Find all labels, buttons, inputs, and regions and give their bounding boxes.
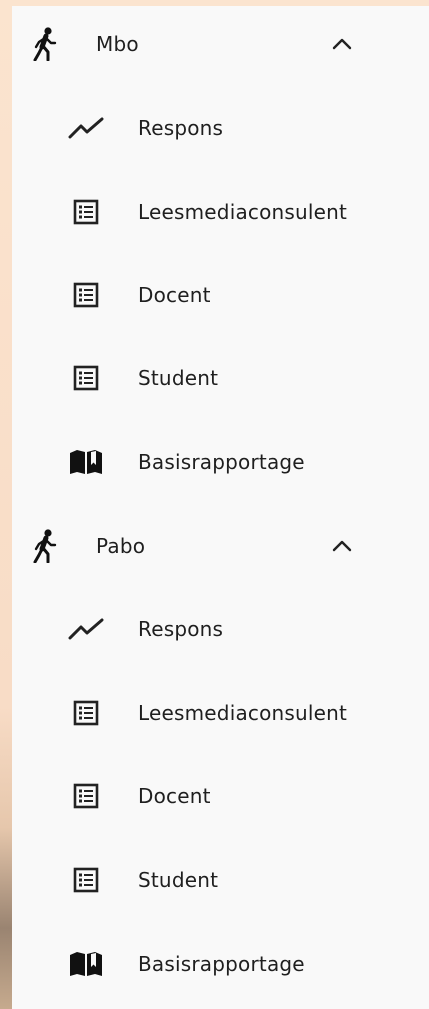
list-icon — [68, 197, 104, 227]
book-icon — [68, 949, 104, 979]
list-icon — [68, 781, 104, 811]
nav-item-label: Student — [138, 868, 219, 892]
nav-item-label: Student — [138, 366, 219, 390]
list-icon — [68, 280, 104, 310]
line-chart-icon — [68, 614, 104, 644]
nav-item-basisrapportage[interactable]: Basisrapportage — [12, 936, 429, 992]
chevron-up-icon[interactable] — [328, 34, 356, 54]
nav-item-docent[interactable]: Docent — [12, 768, 429, 824]
nav-item-label: Leesmediaconsulent — [138, 200, 348, 224]
nav-item-leesmediaconsulent[interactable]: Leesmediaconsulent — [12, 184, 429, 240]
walking-person-icon — [30, 27, 62, 61]
nav-item-label: Respons — [138, 617, 224, 641]
nav-group-label: Mbo — [96, 32, 139, 56]
nav-item-docent[interactable]: Docent — [12, 267, 429, 323]
nav-item-respons[interactable]: Respons — [12, 601, 429, 657]
list-icon — [68, 363, 104, 393]
nav-item-basisrapportage[interactable]: Basisrapportage — [12, 434, 429, 490]
list-icon — [68, 865, 104, 895]
nav-item-label: Docent — [138, 784, 211, 808]
nav-item-label: Docent — [138, 283, 211, 307]
list-icon — [68, 698, 104, 728]
side-navigation: Mbo Respons Leesmediaconsulent Docent St… — [12, 6, 429, 1009]
nav-group-mbo[interactable]: Mbo — [12, 16, 429, 72]
nav-item-label: Basisrapportage — [138, 450, 305, 474]
nav-group-label: Pabo — [96, 534, 146, 558]
nav-item-student[interactable]: Student — [12, 350, 429, 406]
nav-item-leesmediaconsulent[interactable]: Leesmediaconsulent — [12, 685, 429, 741]
nav-item-respons[interactable]: Respons — [12, 100, 429, 156]
nav-item-student[interactable]: Student — [12, 852, 429, 908]
chevron-up-icon[interactable] — [328, 536, 356, 556]
nav-item-label: Leesmediaconsulent — [138, 701, 348, 725]
walking-person-icon — [30, 529, 62, 563]
nav-item-label: Respons — [138, 116, 224, 140]
nav-item-label: Basisrapportage — [138, 952, 305, 976]
book-icon — [68, 447, 104, 477]
window-frame-left — [0, 0, 12, 1009]
line-chart-icon — [68, 113, 104, 143]
nav-group-pabo[interactable]: Pabo — [12, 518, 429, 574]
